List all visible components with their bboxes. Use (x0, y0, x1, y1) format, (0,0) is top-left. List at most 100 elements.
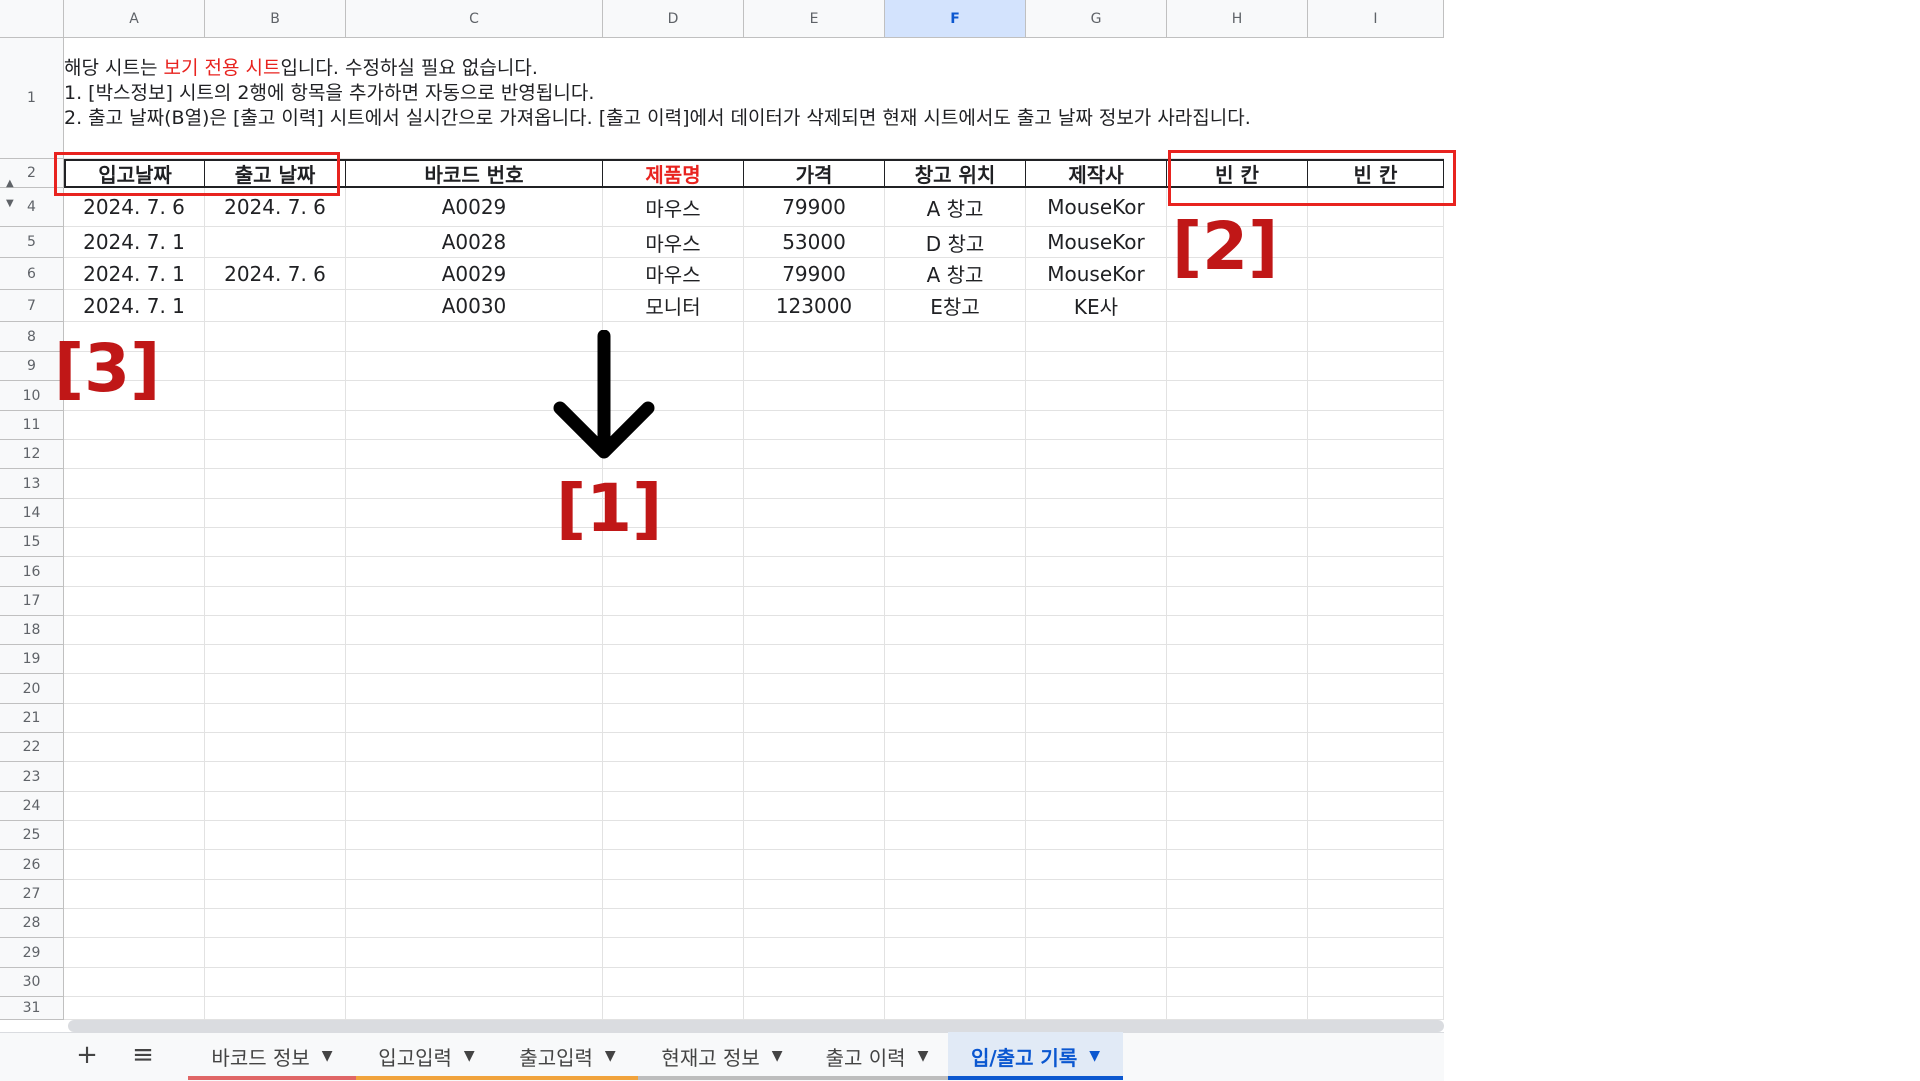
grid-cell[interactable] (744, 704, 885, 733)
column-header-c[interactable]: C (346, 0, 603, 38)
grid-cell[interactable] (1308, 850, 1444, 880)
grid-cell[interactable] (603, 938, 744, 968)
sheet-tab-2[interactable]: 입고입력 ▼ (356, 1032, 497, 1080)
table-header-cell[interactable]: 입고날짜 (64, 159, 205, 188)
row-header-28[interactable]: 28 (0, 909, 64, 938)
row-header-27[interactable]: 27 (0, 880, 64, 909)
grid-cell[interactable] (64, 674, 205, 704)
table-cell[interactable]: 2024. 7. 1 (64, 290, 205, 322)
grid-cell[interactable] (1026, 616, 1167, 645)
grid-cell[interactable] (346, 645, 603, 674)
row-header-26[interactable]: 26 (0, 850, 64, 880)
row-header-24[interactable]: 24 (0, 792, 64, 821)
table-header-cell[interactable]: 제작사 (1026, 159, 1167, 188)
grid-cell[interactable] (603, 557, 744, 587)
grid-cell[interactable] (1167, 674, 1308, 704)
grid-cell[interactable] (64, 850, 205, 880)
grid-cell[interactable] (346, 880, 603, 909)
grid-cell[interactable] (205, 792, 346, 821)
grid-cell[interactable] (1167, 821, 1308, 850)
table-header-cell[interactable]: 창고 위치 (885, 159, 1026, 188)
grid-cell[interactable] (64, 997, 205, 1020)
grid-cell[interactable] (1308, 616, 1444, 645)
row-header-19[interactable]: 19 (0, 645, 64, 674)
grid-cell[interactable] (1026, 469, 1167, 499)
grid-cell[interactable] (1026, 352, 1167, 381)
row-header-16[interactable]: 16 (0, 557, 64, 587)
tab-dropdown-icon[interactable]: ▼ (772, 1048, 783, 1064)
grid-cell[interactable] (744, 616, 885, 645)
grid-cell[interactable] (1026, 528, 1167, 557)
grid-cell[interactable] (744, 762, 885, 792)
grid-cell[interactable] (885, 645, 1026, 674)
grid-cell[interactable] (346, 587, 603, 616)
table-cell[interactable]: 53000 (744, 227, 885, 258)
table-header-cell[interactable]: 출고 날짜 (205, 159, 346, 188)
row-header-12[interactable]: 12 (0, 440, 64, 469)
grid-cell[interactable] (1167, 322, 1308, 352)
grid-cell[interactable] (1167, 880, 1308, 909)
table-header-cell[interactable]: 제품명 (603, 159, 744, 188)
table-cell[interactable]: D 창고 (885, 227, 1026, 258)
grid-cell[interactable] (1308, 557, 1444, 587)
grid-cell[interactable] (205, 440, 346, 469)
table-cell[interactable] (1308, 290, 1444, 322)
group-collapse-icon[interactable]: ▲ (6, 178, 14, 189)
row-header-15[interactable]: 15 (0, 528, 64, 557)
grid-cell[interactable] (1026, 381, 1167, 411)
table-cell[interactable] (1308, 188, 1444, 227)
grid-cell[interactable] (1308, 938, 1444, 968)
grid-cell[interactable] (1026, 499, 1167, 528)
grid-cell[interactable] (744, 968, 885, 997)
grid-cell[interactable] (1308, 469, 1444, 499)
sheet-tab-5[interactable]: 출고 이력 ▼ (806, 1032, 948, 1080)
grid-cell[interactable] (603, 909, 744, 938)
grid-cell[interactable] (885, 850, 1026, 880)
grid-cell[interactable] (64, 821, 205, 850)
grid-cell[interactable] (1308, 704, 1444, 733)
table-cell[interactable]: MouseKor (1026, 188, 1167, 227)
grid-cell[interactable] (1167, 440, 1308, 469)
grid-cell[interactable] (1167, 587, 1308, 616)
grid-cell[interactable] (885, 352, 1026, 381)
grid-cell[interactable] (1167, 616, 1308, 645)
grid-cell[interactable] (1308, 880, 1444, 909)
grid-cell[interactable] (1026, 645, 1167, 674)
grid-cell[interactable] (346, 557, 603, 587)
grid-cell[interactable] (1308, 821, 1444, 850)
grid-cell[interactable] (1026, 938, 1167, 968)
row-header-17[interactable]: 17 (0, 587, 64, 616)
column-header-g[interactable]: G (1026, 0, 1167, 38)
grid-cell[interactable] (1026, 968, 1167, 997)
grid-cell[interactable] (346, 997, 603, 1020)
table-cell[interactable]: 2024. 7. 6 (205, 188, 346, 227)
grid-cell[interactable] (603, 704, 744, 733)
grid-cell[interactable] (603, 792, 744, 821)
grid-cell[interactable] (64, 733, 205, 762)
row-header-23[interactable]: 23 (0, 762, 64, 792)
grid-cell[interactable] (744, 821, 885, 850)
grid-cell[interactable] (1167, 645, 1308, 674)
grid-cell[interactable] (744, 381, 885, 411)
grid-cell[interactable] (64, 440, 205, 469)
grid-cell[interactable] (205, 733, 346, 762)
grid-cell[interactable] (205, 411, 346, 440)
select-all-corner[interactable] (0, 0, 64, 38)
grid-cell[interactable] (744, 645, 885, 674)
grid-cell[interactable] (1308, 381, 1444, 411)
column-header-i[interactable]: I (1308, 0, 1444, 38)
table-header-cell[interactable]: 바코드 번호 (346, 159, 603, 188)
row-header-1[interactable]: 1 (0, 38, 64, 159)
grid-cell[interactable] (744, 440, 885, 469)
tab-dropdown-icon[interactable]: ▼ (918, 1048, 929, 1064)
grid-cell[interactable] (1308, 645, 1444, 674)
grid-cell[interactable] (205, 528, 346, 557)
grid-cell[interactable] (346, 850, 603, 880)
table-cell[interactable]: 마우스 (603, 227, 744, 258)
grid-cell[interactable] (744, 909, 885, 938)
grid-cell[interactable] (603, 645, 744, 674)
grid-cell[interactable] (1167, 528, 1308, 557)
grid-cell[interactable] (1167, 762, 1308, 792)
grid-cell[interactable] (603, 968, 744, 997)
grid-cell[interactable] (1026, 440, 1167, 469)
